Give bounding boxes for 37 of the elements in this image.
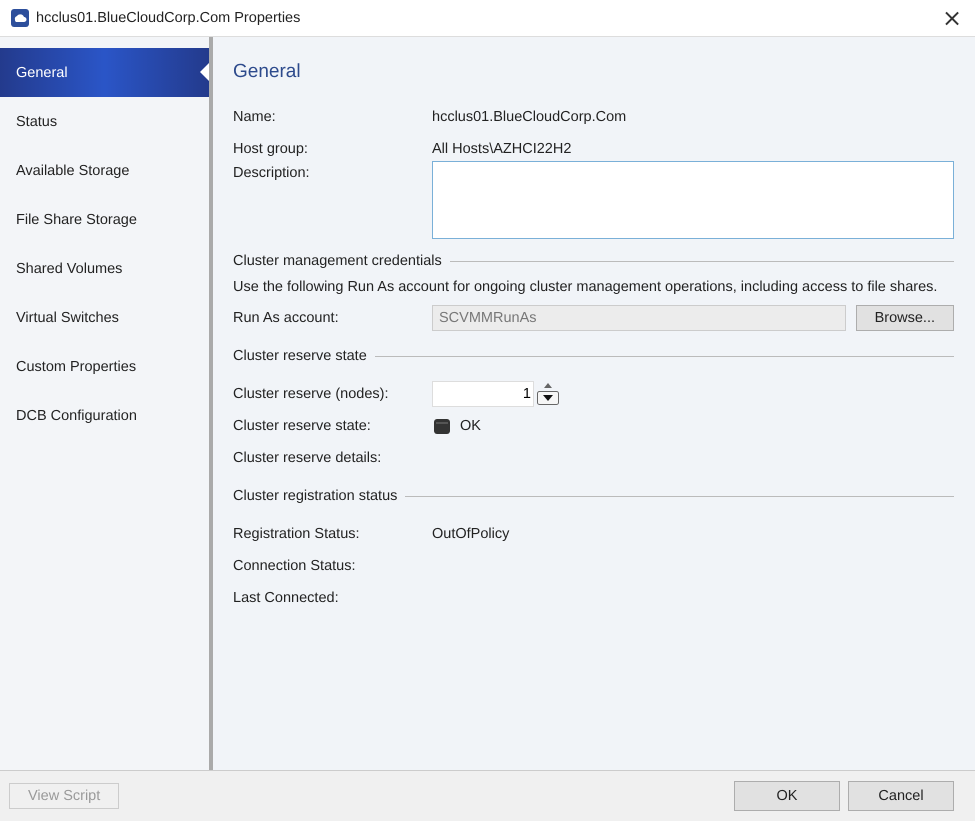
window-title: hcclus01.BlueCloudCorp.Com Properties [36,10,302,26]
field-label: Cluster reserve (nodes): [233,386,390,402]
sidebar-item[interactable]: Virtual Switches [0,293,209,342]
sidebar-item[interactable]: Available Storage [0,146,209,195]
field-value: OutOfPolicy [432,526,510,542]
description-field[interactable] [432,161,954,239]
section-heading: Cluster management credentials [233,253,442,269]
sidebar-item[interactable]: DCB Configuration [0,391,209,440]
node-count-field[interactable]: 1 [432,381,534,407]
field-label: Cluster reserve details: [233,450,382,466]
sidebar-item[interactable]: General [0,48,209,97]
field-label: Name: [233,109,277,125]
field-value: hcclus01.BlueCloudCorp.Com [432,109,626,125]
field-label: Host group: [233,141,309,157]
sidebar-item[interactable]: Shared Volumes [0,244,209,293]
instruction-text: Use the following Run As account for ongoing cluster management operations, including access to file shares. [233,278,938,297]
section-heading: Cluster registration status [233,488,398,504]
field-label: Registration Status: [233,526,361,542]
section-heading: Cluster reserve state [233,348,367,364]
field-value: All Hosts\AZHCI22H2 [432,141,572,157]
status-value: OK [460,418,481,434]
spinner-arrows-icon[interactable] [536,381,560,407]
field-label: Description: [233,165,311,181]
sidebar-item[interactable]: Custom Properties [0,342,209,391]
server-status-icon [432,416,452,436]
cloud-app-icon [10,8,30,28]
field-label: Run As account: [233,310,340,326]
close-button[interactable]: × [929,1,975,35]
sidebar-item[interactable]: File Share Storage [0,195,209,244]
dialog-button[interactable]: Cancel [848,781,954,811]
browse-button[interactable]: Browse... [856,305,954,331]
page-heading: General [233,61,302,83]
field-label: Connection Status: [233,558,357,574]
sidebar-item[interactable]: Status [0,97,209,146]
field-label: Last Connected: [233,590,340,606]
dialog-button[interactable]: OK [734,781,840,811]
field-label: Cluster reserve state: [233,418,372,434]
